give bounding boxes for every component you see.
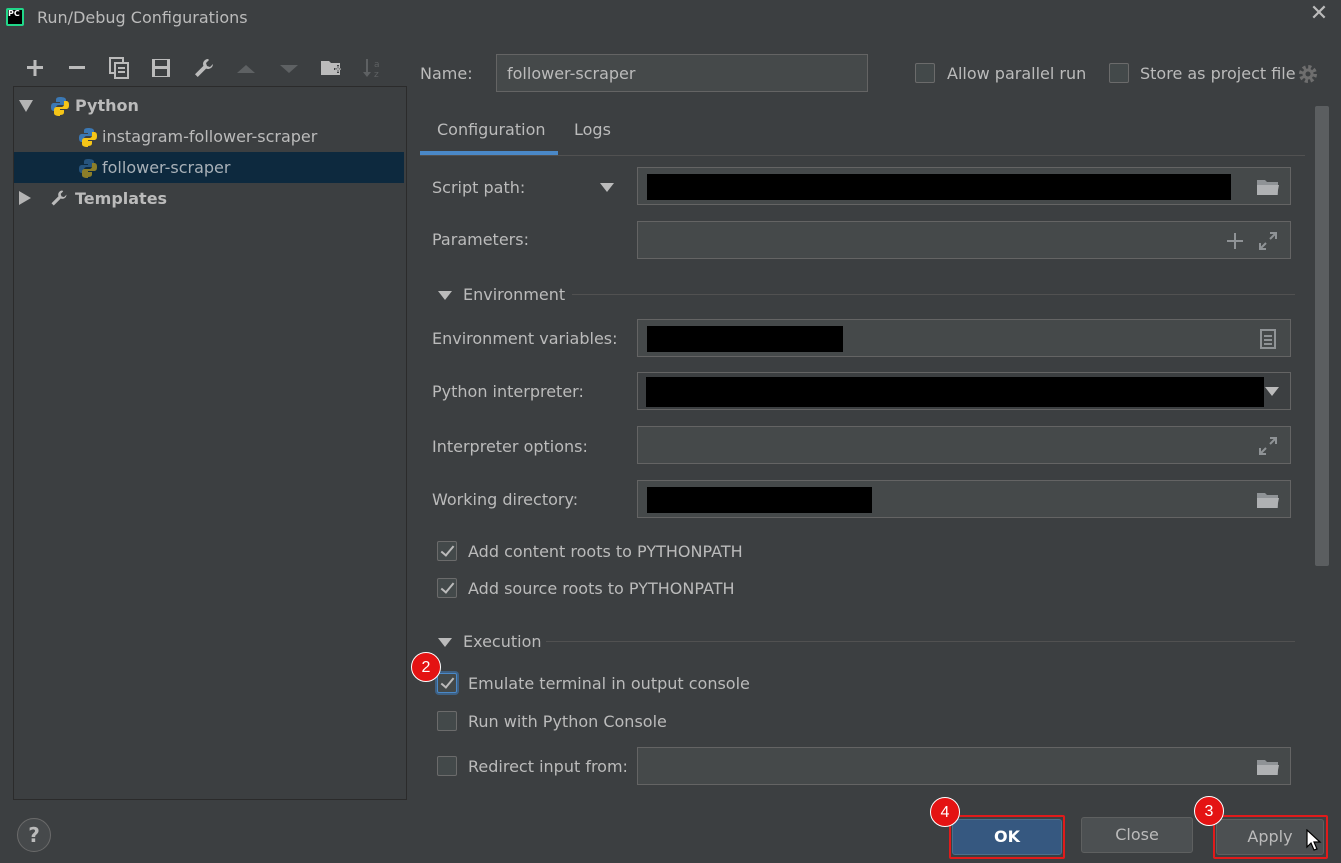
python-interpreter-select[interactable] (637, 372, 1291, 410)
annotation-badge-4: 4 (930, 797, 960, 827)
name-label: Name: (420, 64, 473, 83)
python-interpreter-label: Python interpreter: (432, 382, 584, 401)
wrench-icon[interactable] (192, 56, 216, 80)
run-with-python-console-checkbox[interactable] (437, 711, 457, 731)
browse-folder-icon[interactable] (1256, 757, 1280, 777)
remove-icon[interactable] (65, 56, 89, 80)
vertical-scrollbar[interactable] (1315, 106, 1329, 566)
name-input[interactable]: follower-scraper (496, 54, 868, 92)
script-path-input[interactable] (637, 167, 1291, 205)
script-path-label: Script path: (432, 178, 526, 197)
python-icon (51, 97, 69, 116)
name-input-value: follower-scraper (507, 64, 636, 83)
execution-divider (546, 641, 1295, 642)
close-button[interactable]: Close (1081, 817, 1193, 853)
tab-configuration[interactable]: Configuration (437, 120, 546, 139)
execution-section-title: Execution (463, 632, 542, 651)
save-icon[interactable] (149, 56, 173, 80)
python-script-icon (79, 159, 97, 178)
mouse-cursor-icon (1306, 829, 1322, 851)
tree-item-instagram-follower-scraper[interactable]: instagram-follower-scraper (14, 121, 404, 152)
ok-highlight-box (949, 815, 1065, 859)
app-icon-text: PC (8, 9, 20, 18)
redirect-input-path[interactable] (637, 747, 1291, 785)
tree-label-python: Python (75, 96, 139, 115)
env-vars-label: Environment variables: (432, 329, 618, 348)
annotation-badge-2: 2 (411, 652, 441, 682)
environment-collapse-icon[interactable] (438, 291, 452, 300)
store-as-project-file-label: Store as project file (1140, 64, 1296, 83)
redacted-script-path (647, 174, 1231, 200)
pycharm-app-icon: PC (6, 8, 24, 26)
add-content-roots-label: Add content roots to PYTHONPATH (468, 542, 743, 561)
tree-item-follower-scraper[interactable]: follower-scraper (14, 152, 404, 183)
execution-collapse-icon[interactable] (438, 638, 452, 647)
tree-node-templates[interactable]: Templates (14, 183, 404, 214)
run-with-python-console-label: Run with Python Console (468, 712, 667, 731)
allow-parallel-run-label: Allow parallel run (947, 64, 1087, 83)
redacted-python-interpreter (646, 377, 1264, 407)
browse-folder-icon[interactable] (1256, 490, 1280, 510)
interpreter-dropdown-icon[interactable] (1265, 387, 1279, 396)
store-as-project-file-checkbox[interactable] (1109, 63, 1129, 83)
configuration-tree[interactable]: Python instagram-follower-scraper follow… (13, 86, 407, 800)
interpreter-options-label: Interpreter options: (432, 437, 588, 456)
python-script-icon (79, 128, 97, 147)
add-content-roots-checkbox[interactable] (437, 541, 457, 561)
annotation-badge-3: 3 (1194, 796, 1224, 826)
browse-folder-icon[interactable] (1256, 177, 1280, 197)
redacted-env-vars (647, 326, 843, 352)
collapse-arrow-icon[interactable] (19, 191, 31, 205)
new-folder-icon[interactable] (319, 56, 343, 80)
working-directory-input[interactable] (637, 480, 1291, 518)
working-directory-label: Working directory: (432, 490, 579, 509)
emulate-terminal-label: Emulate terminal in output console (468, 674, 750, 693)
help-button[interactable]: ? (17, 818, 51, 852)
emulate-terminal-checkbox[interactable] (437, 673, 457, 693)
expand-arrow-icon[interactable] (19, 100, 33, 112)
add-source-roots-label: Add source roots to PYTHONPATH (468, 579, 735, 598)
title-bar: PC Run/Debug Configurations ✕ (0, 0, 1341, 36)
sort-alpha-icon: az (362, 56, 386, 80)
add-source-roots-checkbox[interactable] (437, 578, 457, 598)
tree-node-python[interactable]: Python (14, 90, 404, 121)
tree-label-templates: Templates (75, 189, 168, 208)
parameters-label: Parameters: (432, 230, 529, 249)
add-parameter-icon[interactable] (1226, 232, 1244, 250)
tree-label-item: instagram-follower-scraper (102, 127, 318, 146)
redacted-working-directory (647, 487, 872, 513)
gear-icon[interactable] (1296, 62, 1320, 86)
svg-text:z: z (374, 70, 379, 80)
redirect-input-checkbox[interactable] (437, 756, 457, 776)
script-path-type-dropdown-icon[interactable] (600, 183, 614, 192)
add-icon[interactable] (23, 56, 47, 80)
environment-section-title: Environment (463, 285, 566, 304)
tree-label-item: follower-scraper (102, 158, 231, 177)
parameters-input[interactable] (637, 221, 1291, 259)
interpreter-options-input[interactable] (637, 426, 1291, 464)
tab-logs[interactable]: Logs (574, 120, 611, 139)
expand-icon[interactable] (1258, 436, 1278, 456)
allow-parallel-run-checkbox[interactable] (915, 63, 935, 83)
tab-divider (420, 155, 1305, 156)
copy-icon[interactable] (107, 56, 131, 80)
move-down-icon (277, 56, 301, 80)
env-vars-input[interactable] (637, 319, 1291, 357)
close-window-icon[interactable]: ✕ (1307, 3, 1331, 27)
expand-icon[interactable] (1258, 231, 1278, 251)
wrench-icon (51, 190, 67, 206)
redirect-input-label: Redirect input from: (468, 757, 628, 776)
edit-list-icon[interactable] (1258, 329, 1278, 349)
move-up-icon (234, 56, 258, 80)
svg-text:a: a (374, 60, 380, 70)
window-title: Run/Debug Configurations (37, 8, 248, 27)
environment-divider (572, 294, 1295, 295)
